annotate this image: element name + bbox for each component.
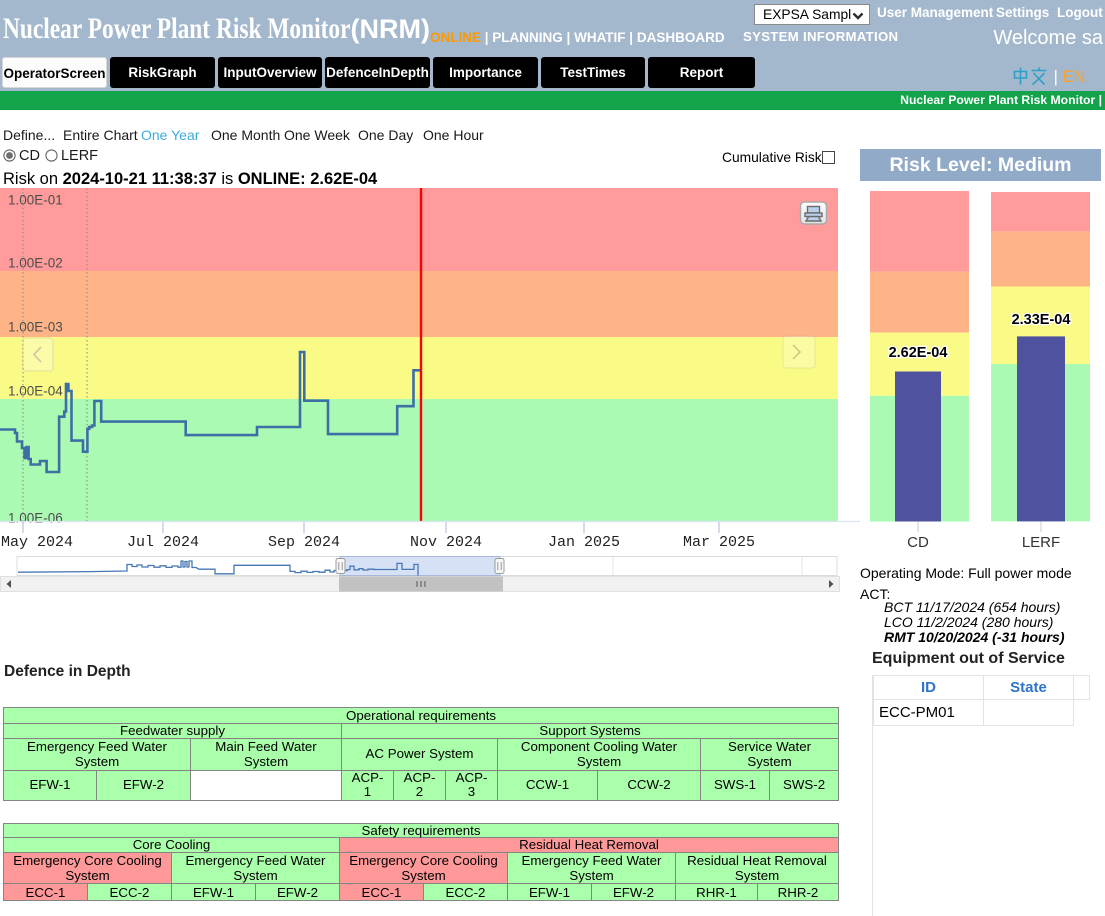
- svg-text:May 2024: May 2024: [1, 534, 73, 550]
- svg-text:Jul 2024: Jul 2024: [127, 534, 199, 550]
- svg-text:Jan 2025: Jan 2025: [548, 534, 620, 550]
- svg-text:Nov 2024: Nov 2024: [410, 534, 482, 550]
- svg-text:LERF: LERF: [1022, 534, 1060, 551]
- svg-text:Mar 2025: Mar 2025: [683, 534, 755, 550]
- svg-text:CD: CD: [907, 534, 929, 551]
- svg-text:Sep 2024: Sep 2024: [268, 534, 340, 550]
- svg-text:2.33E-04: 2.33E-04: [1012, 312, 1071, 328]
- svg-text:2.62E-04: 2.62E-04: [889, 345, 948, 361]
- svg-text:1.00E-02: 1.00E-02: [8, 256, 63, 271]
- svg-text:1.00E-01: 1.00E-01: [8, 193, 63, 208]
- svg-text:1.00E-04: 1.00E-04: [8, 384, 63, 399]
- svg-text:1.00E-06: 1.00E-06: [8, 511, 63, 526]
- svg-text:1.00E-03: 1.00E-03: [8, 320, 63, 335]
